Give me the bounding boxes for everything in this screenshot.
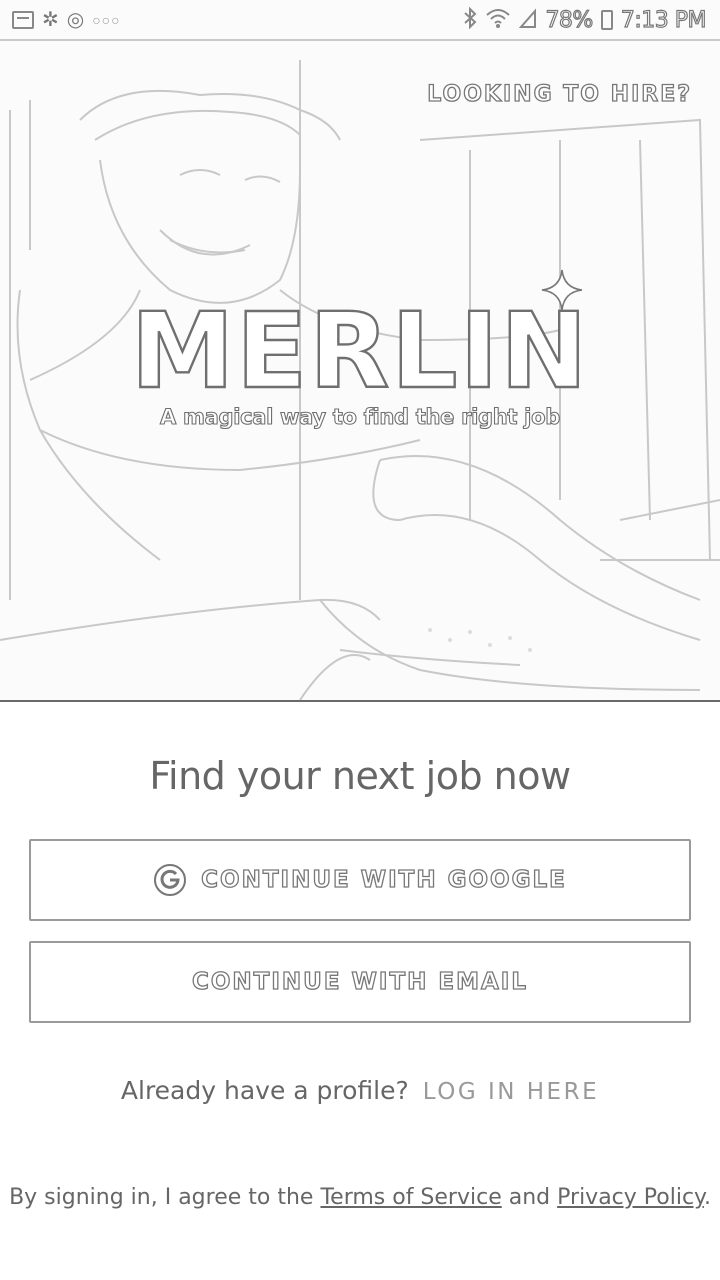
tagline: A magical way to find the right job: [159, 404, 560, 429]
page-headline: Find your next job now: [149, 754, 571, 798]
bluetooth-icon: [463, 6, 477, 33]
sparkle-icon: [541, 269, 583, 311]
google-button-label: CONTINUE WITH GOOGLE: [201, 866, 567, 893]
log-in-here-link[interactable]: LOG IN HERE: [423, 1079, 599, 1105]
email-button-label: CONTINUE WITH EMAIL: [191, 968, 529, 995]
legal-conjunction: and: [508, 1185, 551, 1210]
login-prompt-row: Already have a profile? LOG IN HERE: [0, 1076, 720, 1105]
legal-suffix: .: [703, 1185, 711, 1210]
target-icon: ◎: [66, 9, 85, 31]
legal-notice: By signing in, I agree to the Terms of S…: [0, 1182, 720, 1214]
status-left-icons: ✲ ◎ ○○○: [12, 10, 121, 30]
brand-logo-text: MERLIN: [129, 289, 590, 413]
google-icon: [154, 864, 187, 896]
login-prompt-text: Already have a profile?: [120, 1076, 409, 1105]
battery-icon: [600, 10, 613, 30]
more-dots-icon: ○○○: [92, 12, 121, 28]
signal-icon: [519, 7, 537, 33]
terms-of-service-link[interactable]: Terms of Service: [320, 1185, 501, 1210]
legal-prefix: By signing in, I agree to the: [9, 1185, 314, 1210]
status-right-icons: 78% 7:13 PM: [463, 6, 707, 33]
looking-to-hire-link[interactable]: LOOKING TO HIRE?: [427, 81, 692, 107]
status-bar: ✲ ◎ ○○○ 78% 7:13 PM: [0, 0, 720, 40]
continue-with-email-button[interactable]: CONTINUE WITH EMAIL: [29, 941, 691, 1023]
gallery-icon: [12, 11, 34, 29]
privacy-policy-link[interactable]: Privacy Policy: [557, 1185, 704, 1210]
battery-percent: 78%: [545, 7, 594, 33]
pinwheel-icon: ✲: [42, 9, 59, 31]
hero-section: ✲ ◎ ○○○ 78% 7:13 PM LOOKING TO HIRE? MER…: [0, 0, 720, 702]
clock: 7:13 PM: [620, 7, 707, 33]
wifi-icon: [485, 7, 511, 33]
continue-with-google-button[interactable]: CONTINUE WITH GOOGLE: [29, 839, 691, 921]
